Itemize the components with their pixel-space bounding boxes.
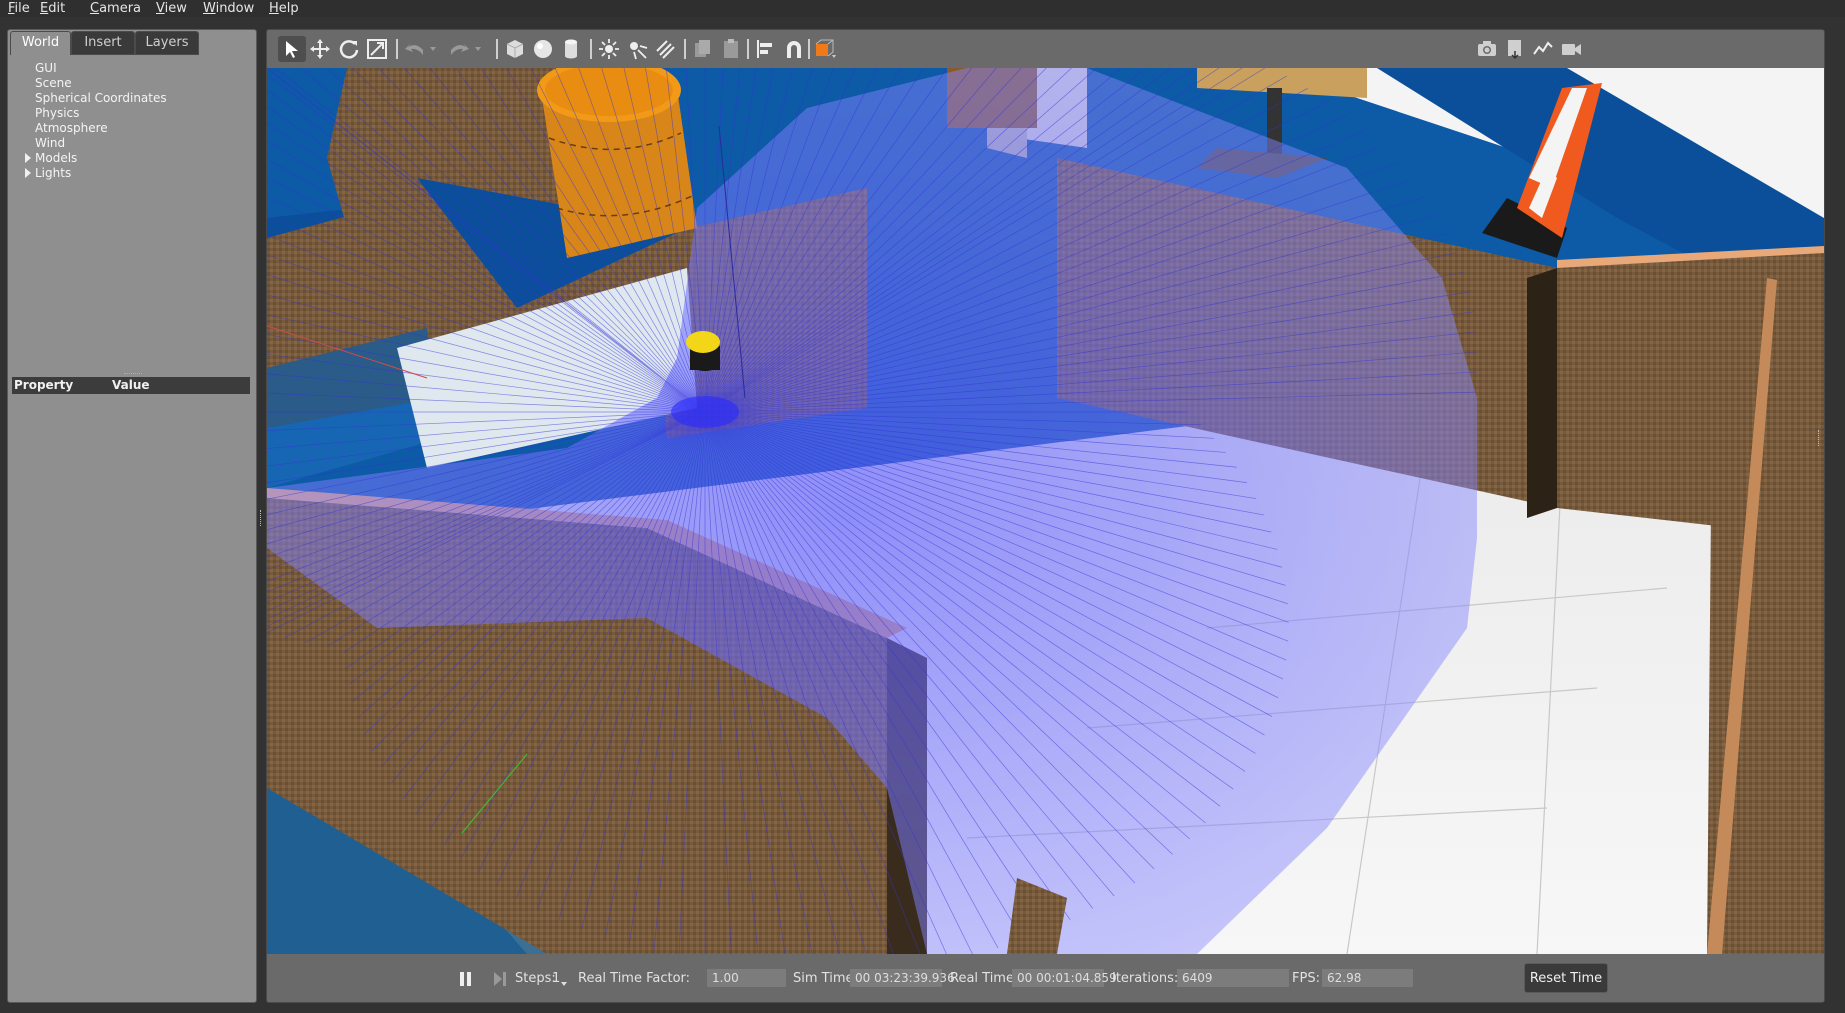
screenshot-icon[interactable]: [1473, 36, 1501, 62]
tree-item-wind[interactable]: Wind: [35, 136, 167, 151]
world-tree: GUI Scene Spherical Coordinates Physics …: [25, 61, 167, 181]
align-icon[interactable]: [752, 36, 780, 62]
step-forward-icon[interactable]: [492, 971, 507, 987]
toolbar-separator: [747, 39, 749, 59]
steps-label: Steps:: [515, 971, 556, 986]
expand-arrow-icon[interactable]: [25, 153, 31, 163]
toolbar-separator: [808, 39, 810, 59]
toolbar-separator: [684, 39, 686, 59]
tree-item-lights-label: Lights: [35, 166, 72, 180]
menu-camera[interactable]: Camera: [90, 1, 141, 16]
bottom-status-bar: Steps: 1 Real Time Factor: 1.00 Sim Time…: [267, 954, 1824, 1002]
real-time-label: Real Time:: [950, 971, 1019, 986]
menu-edit[interactable]: Edit: [40, 1, 65, 16]
menu-help[interactable]: Help: [269, 1, 299, 16]
cylinder-shape-icon[interactable]: [557, 36, 585, 62]
toolbar-separator: [590, 39, 592, 59]
toolbar-separator: [396, 39, 398, 59]
rotate-mode-icon[interactable]: [335, 36, 363, 62]
select-mode-icon[interactable]: [278, 36, 306, 62]
real-time-field: 00 00:01:04.859: [1012, 969, 1117, 987]
sphere-shape-icon[interactable]: [529, 36, 557, 62]
menu-view[interactable]: View: [156, 1, 187, 16]
tree-item-gui[interactable]: GUI: [35, 61, 167, 76]
copy-icon[interactable]: [689, 36, 717, 62]
iterations-field: 6409: [1177, 969, 1289, 987]
fps-label: FPS:: [1292, 971, 1320, 986]
sim-time-label: Sim Time:: [793, 971, 858, 986]
menu-bar: File Edit Camera View Window Help: [0, 0, 1845, 17]
right-panel-resize-handle[interactable]: [1818, 430, 1820, 446]
real-time-factor-field: 1.00: [707, 969, 786, 987]
tree-item-atmosphere[interactable]: Atmosphere: [35, 121, 167, 136]
property-table-header: Property Value: [12, 377, 250, 394]
undo-history-chevron-icon[interactable]: [426, 36, 440, 62]
tree-item-spherical-coordinates[interactable]: Spherical Coordinates: [35, 91, 167, 106]
left-panel-resize-handle[interactable]: [260, 510, 262, 526]
tree-item-scene[interactable]: Scene: [35, 76, 167, 91]
real-time-factor-label: Real Time Factor:: [578, 971, 691, 986]
undo-icon[interactable]: [401, 36, 429, 62]
video-record-icon[interactable]: [1557, 36, 1585, 62]
spot-light-icon[interactable]: [623, 36, 651, 62]
scale-mode-icon[interactable]: [363, 36, 391, 62]
translate-mode-icon[interactable]: [306, 36, 334, 62]
tab-world[interactable]: World: [10, 31, 71, 55]
plot-icon[interactable]: [1529, 36, 1557, 62]
tab-insert[interactable]: Insert: [71, 31, 135, 55]
3d-scene[interactable]: [267, 68, 1824, 954]
reset-time-button[interactable]: Reset Time: [1524, 963, 1608, 993]
pause-icon[interactable]: [458, 971, 473, 987]
tree-item-lights[interactable]: Lights: [25, 166, 167, 181]
toolbar-separator: [496, 39, 498, 59]
redo-icon[interactable]: [445, 36, 473, 62]
value-column-header: Value: [112, 378, 150, 392]
property-column-header: Property: [14, 378, 74, 392]
tree-item-physics[interactable]: Physics: [35, 106, 167, 121]
directional-light-icon[interactable]: [651, 36, 679, 62]
top-toolbar: [267, 30, 1824, 68]
snap-icon[interactable]: [780, 36, 808, 62]
view-angle-icon[interactable]: [812, 36, 840, 62]
sim-time-field: 00 03:23:39.936: [850, 969, 955, 987]
box-shape-icon[interactable]: [501, 36, 529, 62]
menu-file[interactable]: File: [8, 1, 30, 16]
menu-window[interactable]: Window: [203, 1, 254, 16]
tree-item-models-label: Models: [35, 151, 78, 165]
panel-splitter-handle[interactable]: [124, 373, 142, 374]
tree-item-models[interactable]: Models: [25, 151, 167, 166]
iterations-label: Iterations:: [1112, 971, 1179, 986]
expand-arrow-icon[interactable]: [25, 168, 31, 178]
redo-history-chevron-icon[interactable]: [471, 36, 485, 62]
point-light-icon[interactable]: [595, 36, 623, 62]
fps-field: 62.98: [1322, 969, 1413, 987]
steps-dropdown-icon[interactable]: [560, 977, 568, 992]
tab-layers[interactable]: Layers: [135, 31, 199, 55]
log-icon[interactable]: [1501, 36, 1529, 62]
render-viewport[interactable]: Steps: 1 Real Time Factor: 1.00 Sim Time…: [266, 29, 1825, 1003]
paste-icon[interactable]: [717, 36, 745, 62]
